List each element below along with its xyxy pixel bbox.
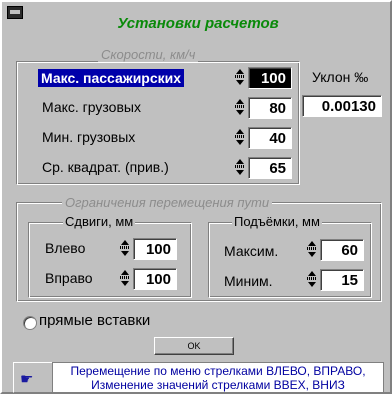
max-passenger-label: Макс. пассажирских	[38, 69, 185, 87]
spin-up-icon[interactable]	[308, 271, 316, 276]
spin-up-icon[interactable]	[236, 159, 244, 164]
min-freight-field[interactable]: 40	[248, 127, 292, 149]
spin-up-icon[interactable]	[236, 99, 244, 104]
max-freight-label: Макс. грузовых	[42, 99, 141, 115]
spin-down-icon[interactable]	[308, 252, 316, 257]
spin-down-icon[interactable]	[236, 80, 244, 85]
min-freight-spinner[interactable]	[235, 127, 244, 149]
spin-up-icon[interactable]	[236, 129, 244, 134]
settings-dialog: Установки расчетов Скорости, км/ч Макс. …	[0, 0, 392, 394]
hint-line-1: Перемещение по меню стрелками ВЛЕВО, ВПР…	[70, 364, 366, 378]
lift-max-spinner[interactable]	[307, 239, 316, 261]
lift-min-spinner[interactable]	[307, 269, 316, 291]
min-freight-label: Мин. грузовых	[42, 129, 136, 145]
straight-inserts-radio[interactable]	[23, 316, 37, 330]
max-freight-field[interactable]: 80	[248, 97, 292, 119]
max-passenger-spinner[interactable]	[235, 67, 244, 89]
pointing-hand-icon: ☛	[20, 371, 34, 388]
limits-group-caption: Ограничения перемещения пути	[62, 195, 273, 210]
spin-up-icon[interactable]	[308, 241, 316, 246]
lift-min-label: Миним.	[224, 273, 273, 289]
slope-label: Уклон ‰	[312, 69, 369, 85]
max-freight-spinner[interactable]	[235, 97, 244, 119]
spin-down-icon[interactable]	[236, 140, 244, 145]
avg-square-label: Ср. квадрат. (прив.)	[42, 159, 169, 175]
spin-down-icon[interactable]	[236, 110, 244, 115]
max-passenger-field[interactable]: 100	[248, 67, 292, 89]
spin-down-icon[interactable]	[308, 282, 316, 287]
shift-left-field[interactable]: 100	[133, 238, 177, 260]
avg-square-field[interactable]: 65	[248, 157, 292, 179]
lift-max-field[interactable]: 60	[320, 239, 364, 261]
shift-left-label: Влево	[45, 240, 86, 256]
hint-text-box: Перемещение по меню стрелками ВЛЕВО, ВПР…	[52, 362, 384, 393]
spin-down-icon[interactable]	[121, 251, 129, 256]
shift-right-label: Вправо	[45, 270, 93, 286]
lift-min-field[interactable]: 15	[320, 269, 364, 291]
hint-line-2: Изменение значений стрелками ВВЕХ, ВНИЗ	[91, 378, 345, 392]
shift-left-spinner[interactable]	[120, 238, 129, 260]
spin-up-icon[interactable]	[236, 69, 244, 74]
spin-up-icon[interactable]	[121, 270, 129, 275]
shift-right-field[interactable]: 100	[133, 268, 177, 290]
shifts-group-caption: Сдвиги, мм	[63, 214, 136, 229]
ok-button[interactable]: OK	[154, 337, 234, 355]
shift-right-spinner[interactable]	[120, 268, 129, 290]
spin-down-icon[interactable]	[121, 281, 129, 286]
lift-max-label: Максим.	[224, 243, 279, 259]
speeds-group-caption: Скорости, км/ч	[98, 47, 199, 62]
slope-field[interactable]: 0.00130	[302, 95, 382, 117]
dialog-title: Установки расчетов	[117, 15, 279, 32]
avg-square-spinner[interactable]	[235, 157, 244, 179]
lifts-group-caption: Подъёмки, мм	[232, 214, 322, 229]
spin-up-icon[interactable]	[121, 240, 129, 245]
spin-down-icon[interactable]	[236, 170, 244, 175]
straight-inserts-label[interactable]: прямые вставки	[39, 312, 150, 329]
